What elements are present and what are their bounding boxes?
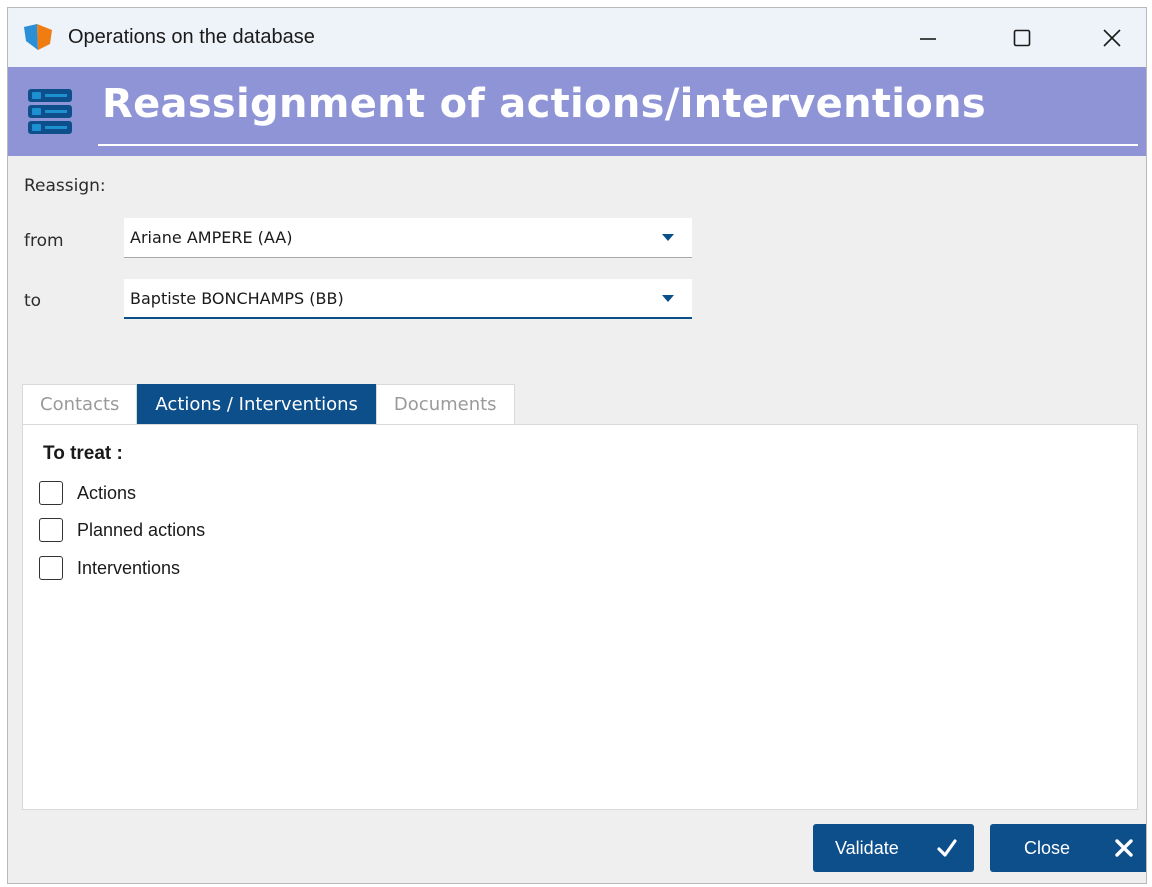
- reassign-label: Reassign:: [24, 176, 106, 196]
- close-icon: [1103, 29, 1121, 47]
- validate-button[interactable]: Validate: [813, 824, 974, 872]
- window-close-button[interactable]: [1092, 20, 1132, 56]
- maximize-icon: [1013, 29, 1031, 47]
- from-select-value: Ariane AMPERE (AA): [130, 228, 293, 247]
- to-select[interactable]: Baptiste BONCHAMPS (BB): [124, 279, 692, 319]
- checkbox-label: Interventions: [77, 557, 181, 578]
- from-select[interactable]: Ariane AMPERE (AA): [124, 218, 692, 258]
- tab-panel: To treat : Actions Planned actions Inter…: [22, 424, 1138, 810]
- tab-bar: Contacts Actions / Interventions Documen…: [22, 384, 515, 425]
- checkmark-icon: [937, 839, 957, 857]
- close-button-label: Close: [1024, 838, 1071, 858]
- server-stack-icon: [28, 89, 72, 134]
- minimize-icon: [920, 38, 936, 40]
- tab-documents[interactable]: Documents: [375, 384, 515, 424]
- to-label: to: [24, 291, 42, 311]
- close-x-icon: [1115, 839, 1133, 857]
- checkbox-interventions[interactable]: Interventions: [39, 556, 180, 580]
- checkbox-box[interactable]: [39, 481, 63, 505]
- checkbox-label: Actions: [77, 482, 137, 503]
- close-button[interactable]: Close: [990, 824, 1146, 872]
- checkbox-box[interactable]: [39, 518, 63, 542]
- title-bar[interactable]: Operations on the database: [8, 8, 1146, 67]
- page-header: Reassignment of actions/interventions: [8, 67, 1146, 156]
- validate-button-label: Validate: [835, 838, 899, 858]
- checkbox-label: Planned actions: [77, 519, 206, 540]
- minimize-button[interactable]: [908, 20, 948, 56]
- chevron-down-icon[interactable]: [662, 295, 674, 302]
- dialog-window: Operations on the database Reassignment …: [7, 7, 1147, 884]
- from-label: from: [24, 231, 64, 251]
- header-underline: [98, 144, 1138, 146]
- page-title: Reassignment of actions/interventions: [102, 81, 986, 127]
- to-select-value: Baptiste BONCHAMPS (BB): [130, 289, 344, 308]
- tab-contacts[interactable]: Contacts: [22, 384, 138, 424]
- tab-actions-interventions[interactable]: Actions / Interventions: [137, 384, 376, 424]
- maximize-button[interactable]: [1002, 20, 1042, 56]
- window-title: Operations on the database: [68, 26, 315, 48]
- checkbox-planned-actions[interactable]: Planned actions: [39, 518, 205, 542]
- chevron-down-icon[interactable]: [662, 234, 674, 241]
- checkbox-actions[interactable]: Actions: [39, 481, 136, 505]
- to-treat-label: To treat :: [43, 443, 123, 464]
- app-logo-icon: [24, 24, 52, 50]
- checkbox-box[interactable]: [39, 556, 63, 580]
